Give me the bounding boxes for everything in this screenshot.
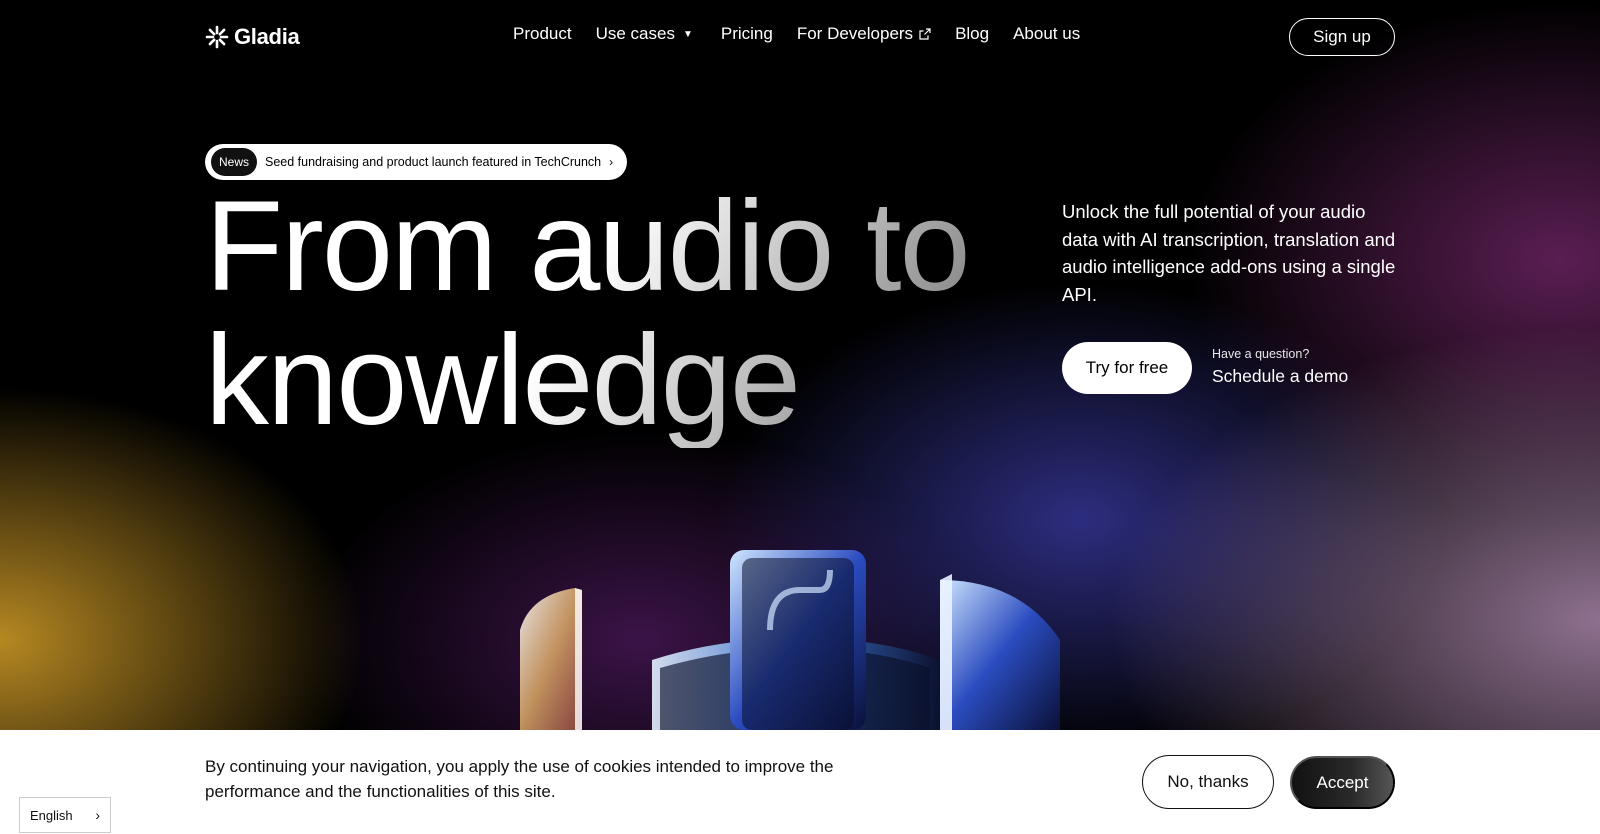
hero-title-line-1: From audio to bbox=[205, 175, 969, 318]
external-link-icon bbox=[919, 28, 931, 40]
sign-up-button[interactable]: Sign up bbox=[1289, 18, 1395, 56]
cookie-banner: By continuing your navigation, you apply… bbox=[0, 730, 1600, 834]
nav-item-about-us[interactable]: About us bbox=[1013, 24, 1080, 44]
schedule-demo-link[interactable]: Schedule a demo bbox=[1212, 366, 1348, 387]
main-menu: Product Use cases ▼ Pricing For Develope… bbox=[513, 24, 1104, 44]
nav-item-label: About us bbox=[1013, 24, 1081, 43]
hero-title-line-2: knowledge bbox=[205, 309, 799, 452]
nav-item-label: Use cases bbox=[595, 24, 675, 43]
language-label: English bbox=[30, 807, 73, 823]
question-label: Have a question? bbox=[1212, 347, 1310, 361]
top-navigation: Gladia Product Use cases ▼ Pricing For D… bbox=[0, 0, 1600, 72]
nav-item-blog[interactable]: Blog bbox=[955, 24, 989, 44]
nav-item-label: Pricing bbox=[720, 24, 773, 43]
crystal-sculpture-illustration bbox=[520, 550, 1060, 730]
nav-item-product[interactable]: Product bbox=[513, 24, 572, 44]
hero-description: Unlock the full potential of your audio … bbox=[1062, 201, 1396, 305]
hero-title: From audio to knowledge bbox=[205, 180, 1025, 448]
language-selector[interactable]: English › bbox=[19, 797, 111, 833]
chevron-down-icon: ▼ bbox=[682, 28, 693, 40]
chevron-right-icon: › bbox=[95, 807, 100, 823]
gladia-logo-icon bbox=[205, 25, 229, 49]
nav-item-label: For Developers bbox=[796, 24, 914, 43]
no-thanks-button[interactable]: No, thanks bbox=[1142, 755, 1274, 809]
nav-item-use-cases[interactable]: Use cases ▼ bbox=[596, 24, 693, 44]
accept-button[interactable]: Accept bbox=[1290, 756, 1395, 809]
nav-item-pricing[interactable]: Pricing bbox=[721, 24, 773, 44]
brand-name: Gladia bbox=[234, 24, 300, 49]
news-text: Seed fundraising and product launch feat… bbox=[265, 155, 602, 169]
news-tag: News bbox=[211, 148, 258, 176]
cookie-message: By continuing your navigation, you apply… bbox=[205, 757, 834, 801]
brand-logo[interactable]: Gladia bbox=[205, 24, 300, 50]
nav-item-label: Blog bbox=[955, 24, 990, 43]
try-for-free-button[interactable]: Try for free bbox=[1062, 342, 1192, 394]
nav-item-for-developers[interactable]: For Developers bbox=[797, 24, 931, 44]
chevron-right-icon: › bbox=[609, 155, 614, 169]
nav-item-label: Product bbox=[513, 24, 572, 43]
